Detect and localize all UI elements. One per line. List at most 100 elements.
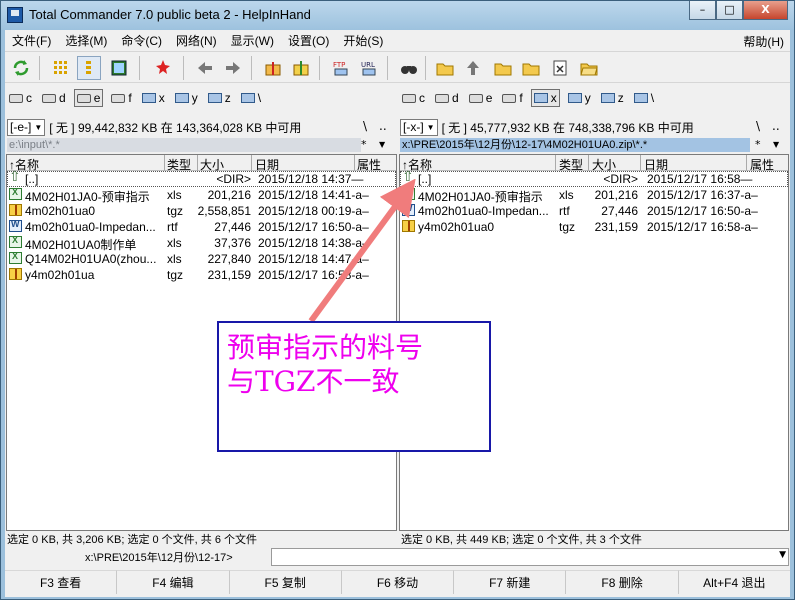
back-icon[interactable]: [193, 56, 217, 80]
network-icon: [240, 93, 255, 103]
left-drive-c[interactable]: c: [7, 90, 34, 106]
function-key-bar: F3 查看 F4 编辑 F5 复制 F6 移动 F7 新建 F8 删除 Alt+…: [5, 570, 790, 595]
folder-2-icon[interactable]: [491, 56, 515, 80]
left-drive-y[interactable]: y: [173, 90, 200, 106]
file-row[interactable]: y4m02h01ua0 tgz 231,159 2015/12/17 16:58-a–: [400, 219, 788, 235]
annotation-text: 预审指示的料号 与TGZ不一致: [227, 331, 424, 398]
menu-help[interactable]: 帮助(H): [743, 33, 784, 50]
alt-f4-exit-button[interactable]: Alt+F4 退出: [678, 570, 790, 594]
maximize-button[interactable]: □: [716, 1, 743, 20]
brief-view-icon[interactable]: [49, 56, 73, 80]
command-line-input[interactable]: ▼: [271, 548, 789, 566]
chevron-down-icon: ▼: [426, 122, 435, 132]
file-type: rtf: [167, 220, 178, 234]
file-size: 27,446: [601, 204, 638, 218]
drive-icon: [468, 93, 483, 103]
folder-up-icon[interactable]: [461, 56, 485, 80]
xls-file-icon: [9, 187, 22, 200]
unpack-icon[interactable]: [289, 56, 313, 80]
refresh-icon[interactable]: [9, 56, 33, 80]
f8-delete-button[interactable]: F8 删除: [566, 570, 679, 594]
right-drive-e[interactable]: e: [467, 90, 495, 106]
right-history-star[interactable]: *: [755, 138, 761, 152]
file-name: Q14M02H01UA0(zhou...: [25, 252, 157, 266]
network-drive-icon: [141, 93, 156, 103]
file-row[interactable]: 4m02h01ua0-Impedan... rtf 27,446 2015/12/17…: [400, 203, 788, 219]
left-drive-e[interactable]: e: [73, 89, 104, 107]
f3-view-button[interactable]: F3 查看: [5, 570, 118, 594]
file-date: 2015/12/17 16:58-a–: [647, 220, 758, 234]
f7-new-folder-button[interactable]: F7 新建: [454, 570, 567, 594]
menu-view[interactable]: 显示(W): [224, 32, 281, 49]
left-history-dropdown[interactable]: ▼: [379, 138, 385, 152]
menu-start[interactable]: 开始(S): [336, 32, 390, 49]
ftp-connect-icon[interactable]: FTP: [329, 56, 353, 80]
notepad-icon[interactable]: [548, 56, 572, 80]
chevron-down-icon[interactable]: ▼: [779, 550, 786, 560]
url-icon[interactable]: URL: [357, 56, 381, 80]
menu-network[interactable]: 网络(N): [169, 32, 224, 49]
left-drive-x[interactable]: x: [140, 90, 167, 106]
right-path-bar[interactable]: x:\PRE\2015年\12月份\12-17\4M02H01UA0.zip\*…: [400, 138, 750, 152]
right-drive-y[interactable]: y: [566, 90, 593, 106]
right-drive-f[interactable]: f: [500, 90, 524, 106]
app-window: Total Commander 7.0 public beta 2 - Help…: [0, 0, 795, 600]
select-files-icon[interactable]: [151, 56, 175, 80]
menu-select[interactable]: 选择(M): [58, 32, 114, 49]
pack-icon[interactable]: [261, 56, 285, 80]
left-column-headers: ↑名称 类型 大小 日期 属性: [7, 155, 396, 172]
window-title: Total Commander 7.0 public beta 2 - Help…: [29, 7, 311, 22]
f5-copy-button[interactable]: F5 复制: [229, 570, 342, 594]
folder-open-icon[interactable]: [577, 56, 601, 80]
left-path-bar[interactable]: e:\input\*.*: [7, 138, 361, 152]
menu-command[interactable]: 命令(C): [114, 32, 169, 49]
menu-file[interactable]: 文件(F): [5, 32, 58, 49]
file-size: 201,216: [207, 188, 251, 202]
file-size: 231,159: [594, 220, 638, 234]
folder-3-icon[interactable]: [519, 56, 543, 80]
file-type: xls: [167, 252, 182, 266]
right-drive-x[interactable]: x: [530, 89, 560, 107]
minimize-button[interactable]: –: [689, 1, 716, 20]
file-row[interactable]: 4M02H01JA0-预审指示xls201,2162015/12/17 16:3…: [400, 187, 788, 204]
full-view-icon[interactable]: [77, 56, 101, 80]
f6-move-button[interactable]: F6 移动: [341, 570, 455, 594]
left-drive-network[interactable]: \: [239, 90, 263, 106]
drive-icon: [435, 93, 449, 103]
find-files-icon[interactable]: [397, 56, 421, 80]
right-root-button[interactable]: \: [756, 119, 760, 133]
file-type: tgz: [167, 268, 184, 282]
forward-icon[interactable]: [221, 56, 245, 80]
right-drive-z[interactable]: z: [599, 90, 626, 106]
file-size: <DIR>: [216, 172, 251, 186]
left-up-button[interactable]: ..: [379, 119, 387, 133]
right-drive-combo[interactable]: [-x-] ▼: [400, 118, 438, 136]
right-drive-d[interactable]: d: [433, 90, 461, 106]
parent-folder-icon: [9, 168, 22, 185]
right-history-dropdown[interactable]: ▼: [773, 138, 779, 152]
left-root-button[interactable]: \: [363, 119, 367, 133]
thumbnail-icon[interactable]: [107, 56, 131, 80]
left-drive-z[interactable]: z: [206, 90, 233, 106]
left-history-star[interactable]: *: [361, 138, 367, 152]
right-drive-network[interactable]: \: [632, 90, 656, 106]
file-size: 2,558,851: [197, 204, 251, 218]
file-size: 231,159: [207, 268, 251, 282]
file-size: 27,446: [214, 220, 251, 234]
file-row[interactable]: [..] <DIR> 2015/12/17 16:58—: [400, 168, 788, 187]
menu-settings[interactable]: 设置(O): [281, 32, 336, 49]
file-size: 37,376: [214, 236, 251, 250]
left-drive-d[interactable]: d: [40, 90, 68, 106]
close-button[interactable]: X: [743, 1, 788, 20]
left-status-bar: 选定 0 KB, 共 3,206 KB; 选定 0 个文件, 共 6 个文件: [7, 534, 258, 546]
left-drive-f[interactable]: f: [109, 90, 133, 106]
title-bar[interactable]: Total Commander 7.0 public beta 2 - Help…: [1, 1, 794, 30]
right-drive-c[interactable]: c: [400, 90, 427, 106]
file-type: rtf: [559, 204, 570, 218]
folder-1-icon[interactable]: [433, 56, 457, 80]
left-drive-combo[interactable]: [-e-] ▼: [7, 118, 46, 136]
f4-edit-button[interactable]: F4 编辑: [117, 570, 230, 594]
network-drive-icon: [600, 93, 615, 103]
right-up-button[interactable]: ..: [772, 119, 780, 133]
file-date: 2015/12/17 16:37-a–: [647, 188, 758, 202]
